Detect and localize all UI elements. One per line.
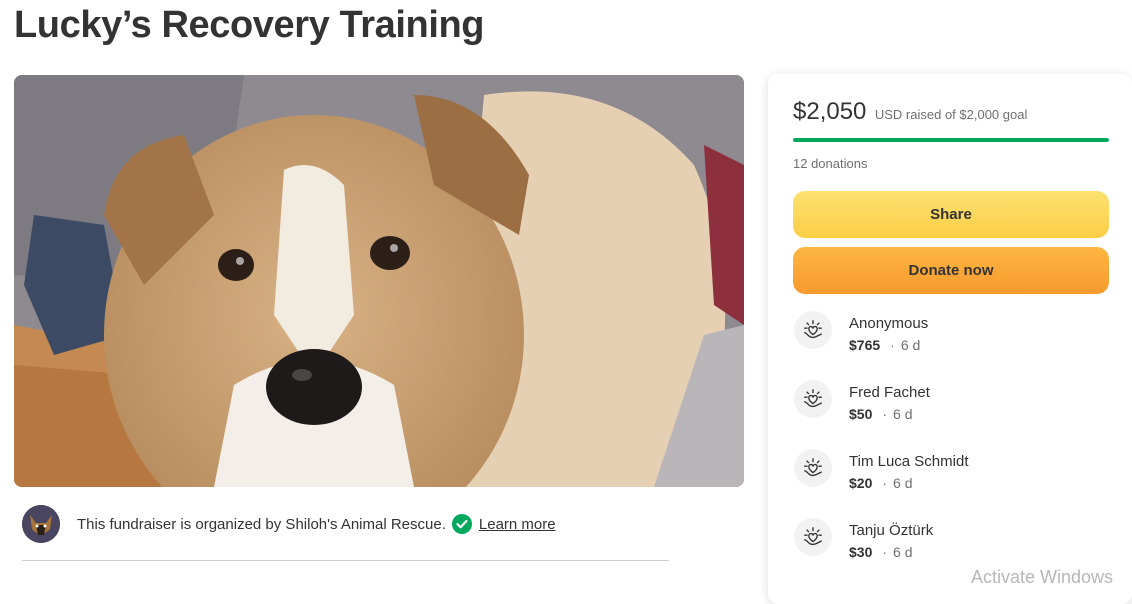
progress-bar [793, 138, 1109, 142]
donor-name: Tanju Öztürk [849, 522, 934, 539]
donor-amount: $20 [849, 475, 873, 491]
raised-amount: $2,050 [793, 98, 867, 125]
donor-name: Anonymous [849, 315, 929, 332]
activate-windows-watermark: Activate Windows [971, 567, 1114, 587]
donor-time: 6 d [893, 475, 913, 491]
donor-amount: $50 [849, 406, 873, 422]
share-button[interactable]: Share [793, 191, 1109, 238]
donor-time: 6 d [893, 406, 913, 422]
divider [22, 560, 669, 561]
organizer-avatar[interactable] [22, 505, 60, 543]
heart-hands-icon [794, 449, 832, 487]
donor-amount: $765 [849, 337, 881, 353]
donate-now-button[interactable]: Donate now [793, 247, 1109, 294]
heart-hands-icon [794, 311, 832, 349]
fundraiser-photo [14, 75, 744, 487]
learn-more-link[interactable]: Learn more [479, 516, 556, 533]
organizer-info: This fundraiser is organized by Shiloh's… [22, 505, 670, 543]
separator: · [882, 406, 888, 422]
donor-meta: $30 · 6 d [849, 544, 913, 560]
raised-summary: $2,050 USD raised of $2,000 goal [793, 98, 1027, 126]
progress-fill [793, 138, 1109, 142]
donations-count: 12 donations [793, 156, 868, 171]
donor-time: 6 d [893, 544, 913, 560]
donor-item: Anonymous $765 · 6 d [793, 310, 1113, 379]
donor-meta: $765 · 6 d [849, 337, 920, 353]
page-title: Lucky’s Recovery Training [14, 4, 485, 46]
separator: · [882, 475, 888, 491]
goal-text: USD raised of $2,000 goal [874, 107, 1028, 122]
donor-name: Tim Luca Schmidt [849, 453, 969, 470]
donation-card: $2,050 USD raised of $2,000 goal 12 dona… [768, 74, 1132, 604]
heart-hands-icon [794, 380, 832, 418]
donor-meta: $50 · 6 d [849, 406, 913, 422]
donor-amount: $30 [849, 544, 873, 560]
heart-hands-icon [794, 518, 832, 556]
donor-list: Anonymous $765 · 6 d Fred Fachet $50 · 6 d [793, 310, 1113, 586]
donor-meta: $20 · 6 d [849, 475, 913, 491]
donor-name: Fred Fachet [849, 384, 930, 401]
donor-item: Tim Luca Schmidt $20 · 6 d [793, 448, 1113, 517]
check-circle-icon [451, 514, 472, 534]
separator: · [882, 544, 888, 560]
separator: · [890, 337, 895, 353]
organizer-text: This fundraiser is organized by Shiloh's… [77, 515, 446, 533]
donor-time: 6 d [900, 337, 921, 353]
donor-item: Fred Fachet $50 · 6 d [793, 379, 1113, 448]
